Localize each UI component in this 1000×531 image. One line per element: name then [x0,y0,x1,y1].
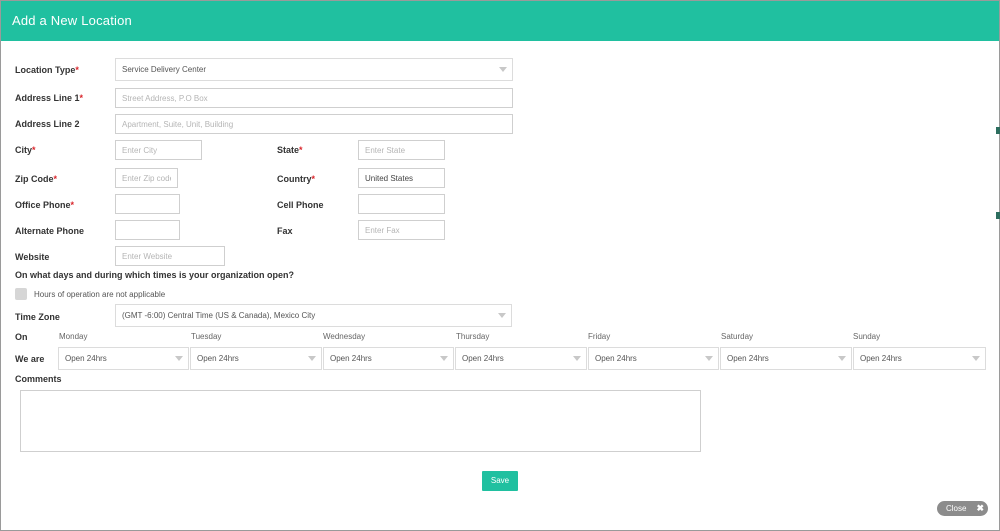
country-input[interactable] [358,168,445,188]
day-label-tuesday: Tuesday [191,332,222,341]
hours-select-thursday[interactable]: Open 24hrs [455,347,587,370]
address1-input[interactable] [115,88,513,108]
save-button[interactable]: Save [482,471,518,491]
day-label-thursday: Thursday [456,332,490,341]
we-are-label: We are [15,354,45,364]
day-label-sunday: Sunday [853,332,881,341]
on-label: On [15,332,28,342]
location-type-value: Service Delivery Center [122,65,207,74]
hours-select-wednesday[interactable]: Open 24hrs [323,347,454,370]
alt-phone-label: Alternate Phone [15,226,85,236]
city-input[interactable] [115,140,202,160]
zip-input[interactable] [115,168,178,188]
chevron-down-icon [440,356,448,361]
modal-header: Add a New Location [1,1,999,41]
close-button[interactable]: Close ✖ [937,501,988,516]
cell-phone-label: Cell Phone [277,200,324,210]
location-type-select[interactable]: Service Delivery Center [115,58,513,81]
website-label: Website [15,252,50,262]
cell-phone-input[interactable] [358,194,445,214]
close-icon: ✖ [976,503,984,513]
not-applicable-checkbox[interactable] [15,288,27,300]
state-input[interactable] [358,140,445,160]
hours-select-saturday[interactable]: Open 24hrs [720,347,852,370]
location-type-label: Location Type* [15,65,79,75]
chevron-down-icon [573,356,581,361]
chevron-down-icon [175,356,183,361]
comments-textarea[interactable] [20,390,701,452]
chevron-down-icon [499,67,507,72]
chevron-down-icon [705,356,713,361]
timezone-label: Time Zone [15,312,60,322]
chevron-down-icon [972,356,980,361]
fax-label: Fax [277,226,293,236]
chevron-down-icon [308,356,316,361]
chevron-down-icon [838,356,846,361]
website-input[interactable] [115,246,225,266]
day-label-friday: Friday [588,332,611,341]
office-phone-input[interactable] [115,194,180,214]
address1-label: Address Line 1* [15,93,84,103]
timezone-select[interactable]: (GMT -6:00) Central Time (US & Canada), … [115,304,512,327]
day-label-wednesday: Wednesday [323,332,366,341]
city-label: City* [15,145,36,155]
zip-label: Zip Code* [15,174,58,184]
day-label-saturday: Saturday [721,332,754,341]
hours-question: On what days and during which times is y… [15,270,295,280]
hours-select-friday[interactable]: Open 24hrs [588,347,719,370]
alt-phone-input[interactable] [115,220,180,240]
add-location-modal: Add a New Location Location Type* Servic… [0,0,1000,531]
edge-mark [996,212,1000,219]
hours-select-tuesday[interactable]: Open 24hrs [190,347,322,370]
address2-label: Address Line 2 [15,119,80,129]
close-button-label: Close [946,504,967,513]
comments-label: Comments [15,374,62,384]
country-label: Country* [277,174,316,184]
hours-select-monday[interactable]: Open 24hrs [58,347,189,370]
modal-title: Add a New Location [12,13,132,28]
state-label: State* [277,145,303,155]
not-applicable-label: Hours of operation are not applicable [34,290,166,299]
chevron-down-icon [498,313,506,318]
edge-mark [996,127,1000,134]
timezone-value: (GMT -6:00) Central Time (US & Canada), … [122,311,316,320]
hours-select-sunday[interactable]: Open 24hrs [853,347,986,370]
day-label-monday: Monday [59,332,88,341]
fax-input[interactable] [358,220,445,240]
address2-input[interactable] [115,114,513,134]
office-phone-label: Office Phone* [15,200,75,210]
